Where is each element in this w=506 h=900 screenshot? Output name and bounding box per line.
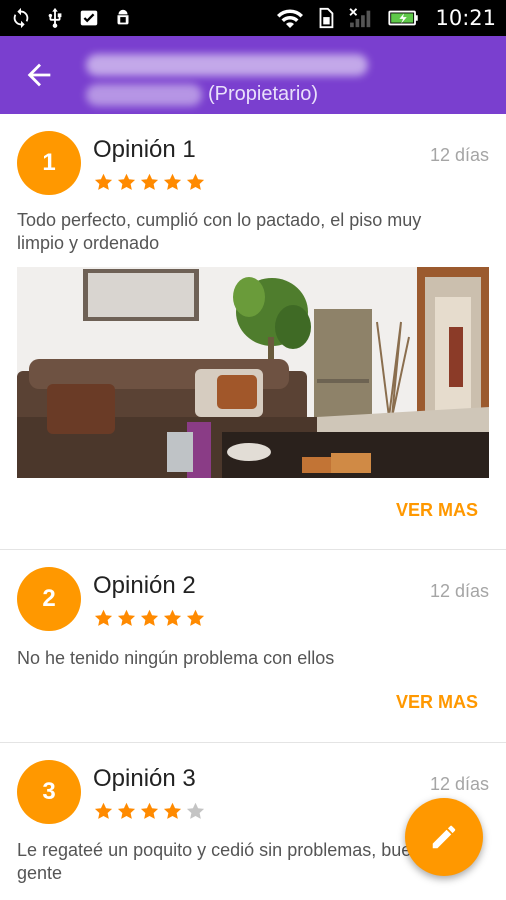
review-title: Opinión 1 <box>93 136 196 163</box>
review-date: 12 días <box>429 774 489 794</box>
review-date: 12 días <box>429 581 489 601</box>
owner-name-redacted <box>86 54 368 76</box>
apartment-photo[interactable] <box>17 267 489 478</box>
star-filled-icon <box>186 173 205 190</box>
edit-pencil-icon <box>432 825 456 849</box>
sim-icon <box>320 7 334 29</box>
review-number-badge: 2 <box>17 567 81 631</box>
review-text: Todo perfecto, cumplió con lo pactado, e… <box>17 210 422 253</box>
star-filled-icon <box>94 173 113 190</box>
review-date: 12 días <box>429 145 489 165</box>
owner-surname-redacted <box>86 84 202 106</box>
review-card: 2 Opinión 2 12 días No he tenido ningún … <box>0 550 506 743</box>
review-title: Opinión 3 <box>93 765 196 792</box>
star-filled-icon <box>186 609 205 626</box>
owner-role: (Propietario) <box>208 83 319 105</box>
review-number-badge: 1 <box>17 131 81 195</box>
app-bar: (Propietario) <box>0 36 506 114</box>
star-filled-icon <box>117 802 136 819</box>
review-title: Opinión 2 <box>93 572 196 599</box>
status-time: 10:21 <box>435 6 496 30</box>
star-rating <box>93 172 206 193</box>
living-room-image <box>17 267 489 478</box>
ver-mas-button[interactable]: VER MAS <box>396 692 478 713</box>
star-empty-icon <box>186 802 205 819</box>
write-review-fab[interactable] <box>405 798 483 876</box>
star-filled-icon <box>117 173 136 190</box>
review-number-badge: 3 <box>17 760 81 824</box>
star-rating <box>93 608 206 629</box>
review-card: 1 Opinión 1 12 días Todo perfecto, cumpl… <box>0 114 506 550</box>
star-filled-icon <box>163 173 182 190</box>
star-filled-icon <box>163 802 182 819</box>
star-filled-icon <box>140 609 159 626</box>
star-filled-icon <box>94 609 113 626</box>
star-filled-icon <box>117 609 136 626</box>
status-bar: 10:21 <box>0 0 506 36</box>
review-list[interactable]: 1 Opinión 1 12 días Todo perfecto, cumpl… <box>0 114 506 900</box>
sync-icon <box>13 7 29 29</box>
review-text: No he tenido ningún problema con ellos <box>17 648 335 668</box>
ver-mas-button[interactable]: VER MAS <box>396 500 478 521</box>
star-filled-icon <box>140 802 159 819</box>
android-debug-icon <box>117 9 129 25</box>
star-filled-icon <box>163 609 182 626</box>
download-done-icon <box>80 10 98 26</box>
signal-icon <box>349 8 371 28</box>
battery-charging-icon <box>388 10 419 26</box>
star-filled-icon <box>140 173 159 190</box>
star-filled-icon <box>94 802 113 819</box>
star-rating <box>93 801 206 822</box>
wifi-icon <box>277 9 304 28</box>
review-text: Le regateé un poquito y cedió sin proble… <box>17 840 432 883</box>
usb-icon <box>48 7 62 28</box>
arrow-back-icon[interactable] <box>22 58 56 92</box>
